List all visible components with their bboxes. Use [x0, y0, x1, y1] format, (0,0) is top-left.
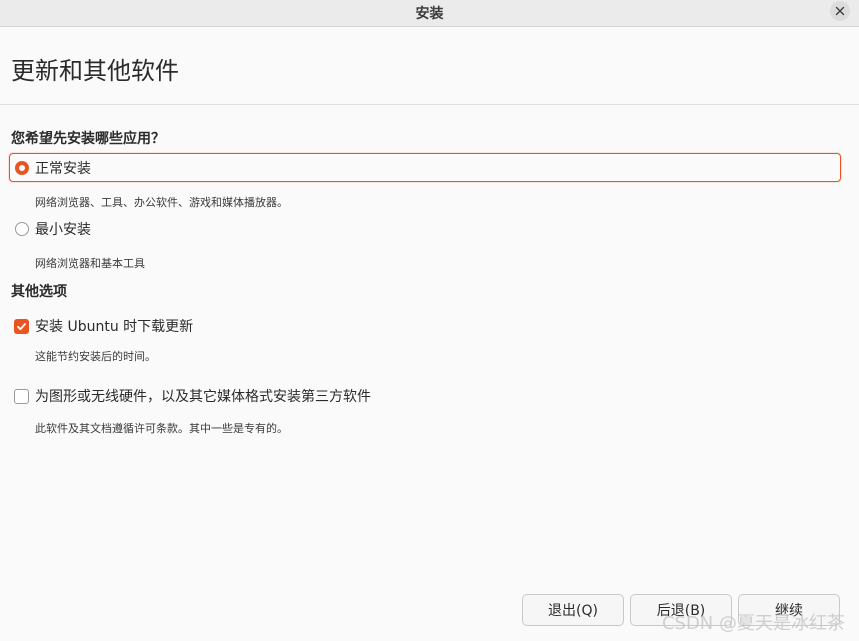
installer-window: 安装 更新和其他软件 您希望先安装哪些应用？ 正常安装 网络浏览器、工具、办公软…	[0, 0, 859, 641]
normal-install-description: 网络浏览器、工具、办公软件、游戏和媒体播放器。	[35, 196, 288, 209]
header-divider	[0, 104, 859, 105]
radio-indicator	[15, 222, 29, 236]
download-updates-description: 这能节约安装后的时间。	[35, 350, 156, 363]
title-bar: 安装	[0, 0, 859, 27]
page-title: 更新和其他软件	[11, 57, 179, 85]
radio-indicator-checked	[15, 160, 29, 175]
watermark: CSDN @夏天是冰红茶	[661, 613, 845, 634]
window-title: 安装	[415, 6, 444, 22]
close-icon	[835, 6, 845, 16]
checkbox-download-updates[interactable]: 安装 Ubuntu 时下载更新	[9, 316, 193, 336]
checkbox-indicator	[14, 388, 29, 404]
download-updates-label: 安装 Ubuntu 时下载更新	[35, 319, 194, 335]
minimal-install-label: 最小安装	[35, 222, 91, 238]
third-party-software-label: 为图形或无线硬件，以及其它媒体格式安装第三方软件	[35, 389, 371, 405]
radio-minimal-install[interactable]: 最小安装	[9, 219, 91, 239]
checkbox-indicator-checked	[14, 318, 29, 334]
radio-normal-install[interactable]: 正常安装	[9, 153, 841, 182]
quit-button[interactable]: 退出(Q)	[522, 594, 624, 626]
install-type-heading: 您希望先安装哪些应用？	[11, 131, 165, 147]
checkbox-third-party-software[interactable]: 为图形或无线硬件，以及其它媒体格式安装第三方软件	[9, 386, 371, 406]
close-button[interactable]	[830, 1, 850, 21]
normal-install-label: 正常安装	[35, 160, 91, 177]
other-options-heading: 其他选项	[11, 284, 67, 300]
third-party-software-description: 此软件及其文档遵循许可条款。其中一些是专有的。	[35, 422, 288, 435]
check-icon	[17, 322, 26, 330]
minimal-install-description: 网络浏览器和基本工具	[35, 257, 145, 270]
